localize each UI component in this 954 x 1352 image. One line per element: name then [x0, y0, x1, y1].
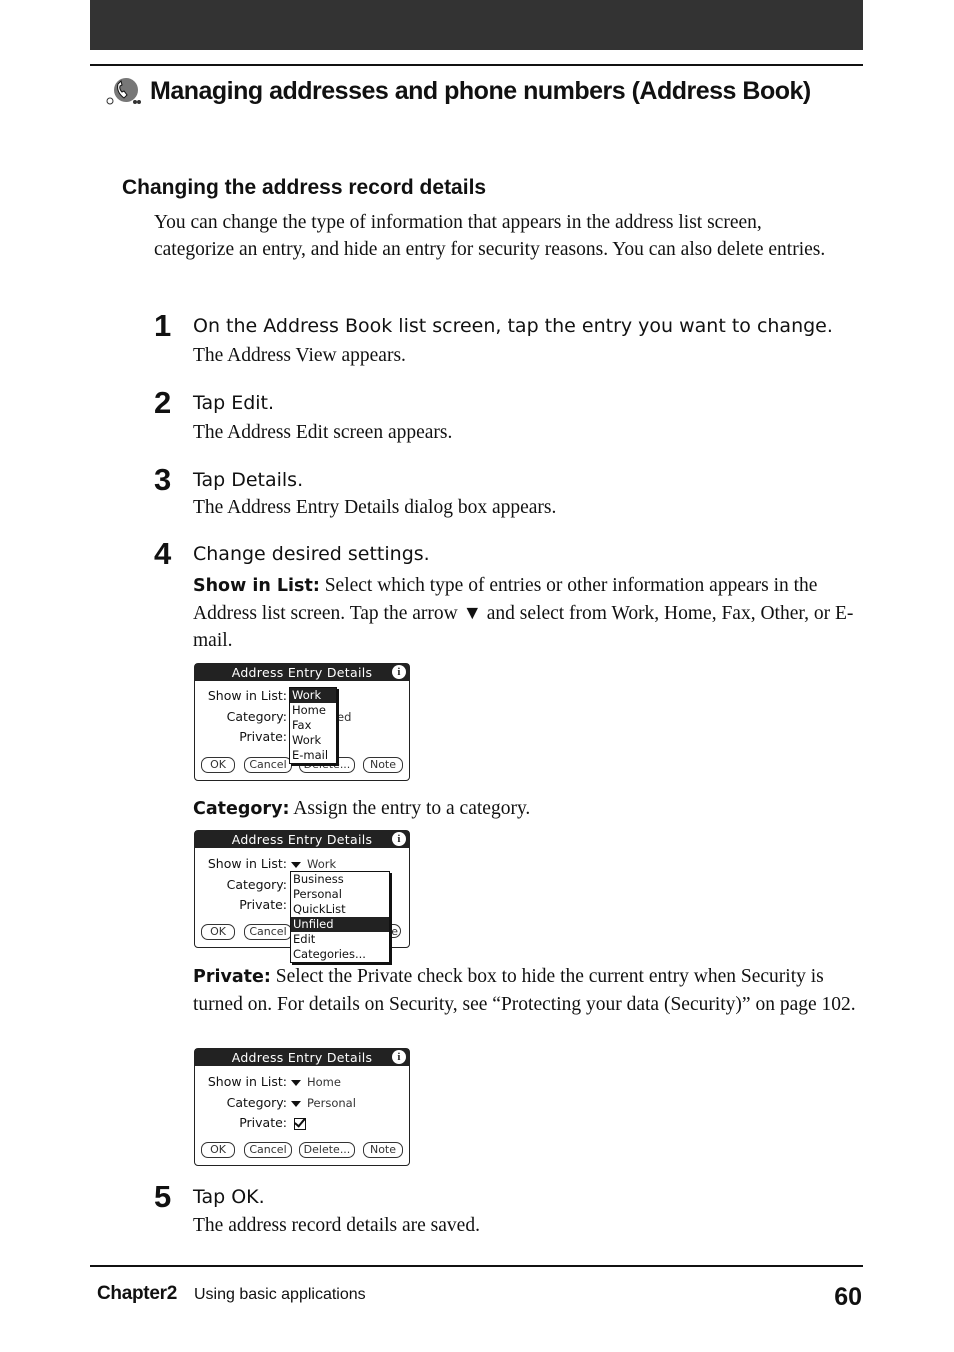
- section-heading: Changing the address record details: [122, 176, 487, 199]
- dropdown-arrow-icon: [291, 861, 301, 868]
- show-in-list-value: Home: [307, 1075, 341, 1089]
- private-label: Private:: [239, 1115, 287, 1130]
- category-explanation: Category: Assign the entry to a category…: [193, 795, 863, 823]
- section-intro: You can change the type of information t…: [154, 212, 826, 260]
- category-text: Assign the entry to a category.: [293, 798, 531, 819]
- cancel-button[interactable]: Cancel: [244, 757, 292, 773]
- step-number: 5: [154, 1179, 172, 1214]
- show-in-list-explanation: Show in List: Select which type of entri…: [193, 572, 863, 654]
- ok-button[interactable]: OK: [201, 1142, 235, 1158]
- info-icon[interactable]: i: [392, 1050, 406, 1064]
- note-button[interactable]: Note: [363, 1142, 403, 1158]
- header-bar: [90, 0, 863, 50]
- step-description: The Address Edit screen appears.: [193, 422, 453, 443]
- cancel-button[interactable]: Cancel: [244, 1142, 292, 1158]
- note-button[interactable]: Note: [363, 757, 403, 773]
- page-title: Managing addresses and phone numbers (Ad…: [104, 76, 811, 106]
- show-in-list-dropdown[interactable]: Work: [291, 857, 336, 871]
- step-description: The address record details are saved.: [193, 1215, 480, 1236]
- dialog-title: Address Entry Details: [231, 665, 373, 680]
- category-label: Category:: [226, 1095, 287, 1110]
- step-heading: Tap OK.: [193, 1186, 265, 1208]
- step-description: The Address View appears.: [193, 345, 406, 366]
- footer-rule: [90, 1265, 863, 1267]
- show-in-list-dropdown[interactable]: Home: [291, 1075, 341, 1089]
- category-value: Personal: [307, 1096, 356, 1110]
- category-popup[interactable]: Business Personal QuickList Unfiled Edit…: [290, 871, 390, 963]
- popup-item-personal[interactable]: Personal: [291, 887, 389, 902]
- checkmark-icon: [294, 1117, 306, 1130]
- address-book-phone-icon: [106, 78, 141, 105]
- dialog-title: Address Entry Details: [231, 832, 373, 847]
- info-icon[interactable]: i: [392, 665, 406, 679]
- show-in-list-label: Show in List:: [207, 1074, 287, 1089]
- address-entry-details-dialog-3: Address Entry Details i Show in List: Ho…: [194, 1048, 410, 1166]
- footer-chapter: Chapter2: [97, 1283, 177, 1304]
- step-heading: On the Address Book list screen, tap the…: [193, 315, 833, 337]
- header-rule: [90, 64, 863, 66]
- popup-item-business[interactable]: Business: [291, 872, 389, 887]
- address-entry-details-dialog-2: Address Entry Details i Show in List: Wo…: [194, 830, 410, 963]
- dialog-title-bar: Address Entry Details i: [195, 664, 409, 681]
- category-label: Category:: [226, 709, 287, 724]
- dropdown-arrow-icon: [291, 1079, 301, 1086]
- popup-item-home[interactable]: Home: [290, 703, 336, 718]
- private-text: Select the Private check box to hide the…: [193, 966, 856, 1015]
- dropdown-arrow-icon: [291, 1100, 301, 1107]
- dialog-title: Address Entry Details: [231, 1050, 373, 1065]
- step-description: The Address Entry Details dialog box app…: [193, 497, 557, 518]
- dialog-title-bar: Address Entry Details i: [195, 1049, 409, 1066]
- step-heading: Tap Details.: [193, 469, 304, 491]
- private-checkbox[interactable]: [294, 1116, 306, 1130]
- popup-item-work[interactable]: Work: [290, 733, 336, 748]
- private-label: Private:: [239, 729, 287, 744]
- private-label: Private:: [239, 897, 287, 912]
- category-dropdown[interactable]: Personal: [291, 1096, 356, 1110]
- popup-item-fax[interactable]: Fax: [290, 718, 336, 733]
- info-icon[interactable]: i: [392, 832, 406, 846]
- step-number: 4: [154, 536, 172, 571]
- delete-button[interactable]: Delete...: [299, 1142, 355, 1158]
- ok-button[interactable]: OK: [201, 757, 235, 773]
- term-category: Category:: [193, 799, 290, 819]
- popup-item-work[interactable]: Work: [290, 688, 336, 703]
- popup-item-edit-categories[interactable]: Edit Categories...: [291, 932, 389, 962]
- step-heading: Tap Edit.: [193, 392, 275, 414]
- category-label: Category:: [226, 877, 287, 892]
- cancel-button[interactable]: Cancel: [244, 924, 292, 940]
- page-title-text: Managing addresses and phone numbers (Ad…: [150, 76, 811, 105]
- term-private: Private:: [193, 967, 271, 987]
- ok-button[interactable]: OK: [201, 924, 235, 940]
- popup-item-quicklist[interactable]: QuickList: [291, 902, 389, 917]
- footer-subtitle: Using basic applications: [194, 1286, 366, 1303]
- page-number: 60: [834, 1283, 862, 1311]
- popup-item-unfiled[interactable]: Unfiled: [291, 917, 389, 932]
- term-show-in-list: Show in List:: [193, 576, 320, 596]
- address-entry-details-dialog-1: Address Entry Details i Show in List: Ca…: [194, 663, 410, 781]
- popup-item-email[interactable]: E-mail: [290, 748, 336, 763]
- show-in-list-label: Show in List:: [207, 688, 287, 703]
- show-in-list-label: Show in List:: [207, 856, 287, 871]
- dialog-title-bar: Address Entry Details i: [195, 831, 409, 848]
- category-value-hidden: ed: [337, 710, 352, 724]
- private-explanation: Private: Select the Private check box to…: [193, 963, 863, 1018]
- step-number: 3: [154, 462, 172, 497]
- show-in-list-popup[interactable]: Work Home Fax Work E-mail: [289, 687, 337, 764]
- step-number: 2: [154, 385, 172, 420]
- show-in-list-value: Work: [307, 857, 337, 871]
- step-number: 1: [154, 308, 172, 343]
- step-heading: Change desired settings.: [193, 543, 430, 565]
